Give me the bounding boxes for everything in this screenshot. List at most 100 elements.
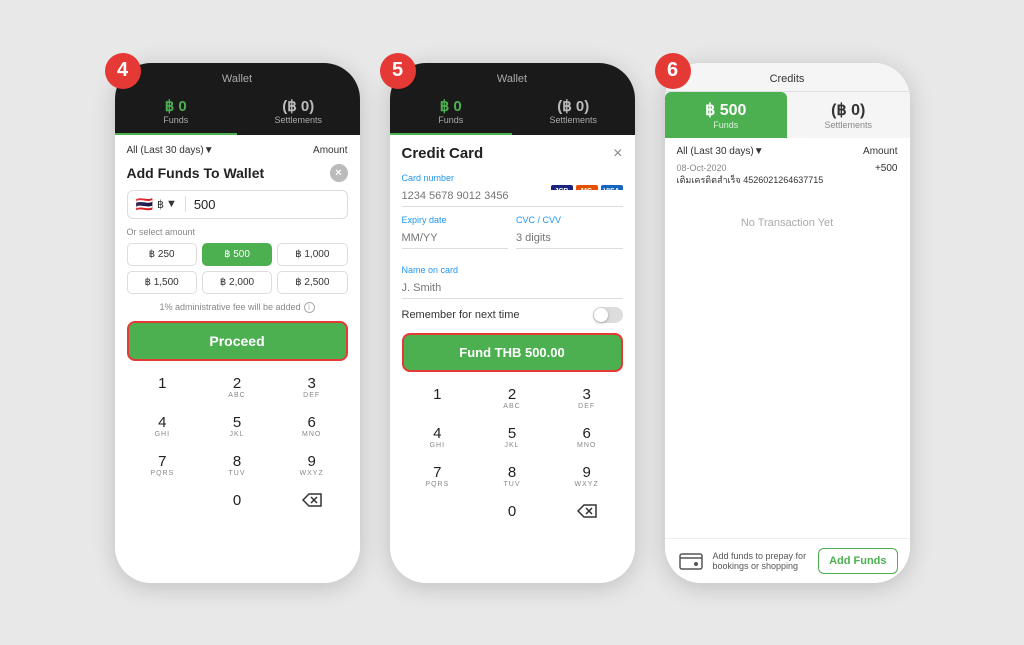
phone-4-frame: Wallet ฿ 0 Funds (฿ 0) Settlements All (… — [115, 63, 360, 583]
phone5-funds-amount: ฿ 0 — [394, 97, 509, 115]
phone5-header: Wallet — [390, 63, 635, 91]
numpad-delete-key[interactable] — [276, 486, 348, 515]
expiry-input[interactable] — [402, 232, 509, 249]
numpad5-key-5[interactable]: 5JKL — [476, 419, 548, 455]
amount-btn-1000[interactable]: ฿ 1,000 — [277, 243, 347, 266]
numpad-key-8[interactable]: 8TUV — [201, 447, 273, 483]
transaction-date: 08-Oct-2020 — [677, 163, 824, 173]
amount-btn-250[interactable]: ฿ 250 — [127, 243, 197, 266]
step-5-badge: 5 — [380, 53, 416, 89]
amount-input-value: 500 — [194, 197, 216, 212]
footer-text: Add funds to prepay for bookings or shop… — [713, 551, 811, 571]
phone4-amount-col: Amount — [313, 145, 347, 156]
input-divider — [185, 196, 186, 212]
card-number-label: Card number — [402, 173, 623, 183]
numpad5-key-0[interactable]: 0 — [476, 497, 548, 526]
cvc-label: CVC / CVV — [516, 215, 623, 225]
phone5-funds-label: Funds — [394, 115, 509, 125]
step-4-badge: 4 — [105, 53, 141, 89]
numpad-key-9[interactable]: 9WXYZ — [276, 447, 348, 483]
phone4-funds-label: Funds — [119, 115, 234, 125]
phone6-amount-col: Amount — [863, 146, 897, 157]
transaction-flex: 08-Oct-2020 เติมเครดิตสำเร็จ 45260212646… — [677, 163, 898, 187]
phone6-settlements-label: Settlements — [791, 120, 906, 130]
cc-header: Credit Card × — [402, 145, 623, 163]
phone4-header: Wallet — [115, 63, 360, 91]
phone6-settlements-amount: (฿ 0) — [791, 100, 906, 120]
amount-input-row[interactable]: 🇹🇭 ฿▼ 500 — [127, 190, 348, 219]
remember-row: Remember for next time — [402, 307, 623, 323]
phone6-tab-settlements[interactable]: (฿ 0) Settlements — [787, 92, 910, 138]
numpad-key-empty — [127, 486, 199, 515]
numpad-key-6[interactable]: 6MNO — [276, 408, 348, 444]
toggle-knob — [594, 308, 608, 322]
phone6-content: All (Last 30 days)▼ Amount 08-Oct-2020 เ… — [665, 138, 910, 538]
transaction-info: 08-Oct-2020 เติมเครดิตสำเร็จ 45260212646… — [677, 163, 824, 187]
name-input[interactable] — [402, 282, 623, 299]
phone6-funds-amount: ฿ 500 — [669, 100, 784, 120]
amount-btn-2500[interactable]: ฿ 2,500 — [277, 271, 347, 294]
numpad-key-0[interactable]: 0 — [201, 486, 273, 515]
phone6-tab-funds[interactable]: ฿ 500 Funds — [665, 92, 788, 138]
admin-fee-notice: 1% administrative fee will be added i — [127, 302, 348, 313]
no-transaction-text: No Transaction Yet — [677, 217, 898, 229]
add-funds-title-text: Add Funds To Wallet — [127, 165, 265, 181]
numpad-key-1[interactable]: 1 — [127, 369, 199, 405]
phone4-funds-amount: ฿ 0 — [119, 97, 234, 115]
card-number-field-wrap: JCB MC VISA — [402, 186, 623, 207]
phone4-settlements-label: Settlements — [241, 115, 356, 125]
phone5-tabs: ฿ 0 Funds (฿ 0) Settlements — [390, 91, 635, 135]
phone6-footer: Add funds to prepay for bookings or shop… — [665, 538, 910, 583]
cc-close-btn[interactable]: × — [613, 145, 622, 163]
phone6-filter-row: All (Last 30 days)▼ Amount — [677, 146, 898, 157]
expiry-label: Expiry date — [402, 215, 509, 225]
phone5-content: Credit Card × Card number JCB MC VISA Ex… — [390, 135, 635, 583]
remember-toggle[interactable] — [593, 307, 623, 323]
phone5-settlements-label: Settlements — [516, 115, 631, 125]
or-select-label: Or select amount — [127, 227, 348, 237]
phone4-tab-settlements[interactable]: (฿ 0) Settlements — [237, 91, 360, 135]
phone6-funds-label: Funds — [669, 120, 784, 130]
amount-btn-2000[interactable]: ฿ 2,000 — [202, 271, 272, 294]
fund-btn[interactable]: Fund THB 500.00 — [402, 333, 623, 372]
numpad5-key-4[interactable]: 4GHI — [402, 419, 474, 455]
add-funds-close-btn[interactable]: × — [330, 164, 348, 182]
numpad5-key-2[interactable]: 2ABC — [476, 380, 548, 416]
amount-btn-500[interactable]: ฿ 500 — [202, 243, 272, 266]
phone4-filter-label[interactable]: All (Last 30 days)▼ — [127, 145, 214, 156]
numpad-key-3[interactable]: 3DEF — [276, 369, 348, 405]
cvc-field: CVC / CVV — [516, 215, 623, 257]
numpad5-key-3[interactable]: 3DEF — [551, 380, 623, 416]
numpad5-key-8[interactable]: 8TUV — [476, 458, 548, 494]
info-icon[interactable]: i — [304, 302, 315, 313]
numpad5-key-7[interactable]: 7PQRS — [402, 458, 474, 494]
phone4-filter-row: All (Last 30 days)▼ Amount — [127, 145, 348, 156]
numpad-key-2[interactable]: 2ABC — [201, 369, 273, 405]
numpad-key-7[interactable]: 7PQRS — [127, 447, 199, 483]
phone-5-frame: Wallet ฿ 0 Funds (฿ 0) Settlements Credi… — [390, 63, 635, 583]
main-container: 4 Wallet ฿ 0 Funds (฿ 0) Settlements All… — [95, 43, 930, 603]
proceed-button[interactable]: Proceed — [127, 321, 348, 361]
expiry-field: Expiry date — [402, 215, 509, 257]
numpad5-delete-key[interactable] — [551, 497, 623, 526]
numpad5-key-6[interactable]: 6MNO — [551, 419, 623, 455]
phone5-tab-settlements[interactable]: (฿ 0) Settlements — [512, 91, 635, 135]
numpad-key-4[interactable]: 4GHI — [127, 408, 199, 444]
numpad5-key-9[interactable]: 9WXYZ — [551, 458, 623, 494]
thai-flag-icon: 🇹🇭 — [136, 196, 153, 213]
add-funds-button[interactable]: Add Funds — [818, 548, 897, 574]
phone4-content: All (Last 30 days)▼ Amount Add Funds To … — [115, 135, 360, 583]
amount-btn-1500[interactable]: ฿ 1,500 — [127, 271, 197, 294]
phone5-tab-funds[interactable]: ฿ 0 Funds — [390, 91, 513, 135]
numpad5-key-1[interactable]: 1 — [402, 380, 474, 416]
cvc-input[interactable] — [516, 232, 623, 249]
cc-title: Credit Card — [402, 145, 484, 162]
step-6-wrapper: 6 Credits ฿ 500 Funds (฿ 0) Settlements … — [665, 63, 910, 583]
name-label: Name on card — [402, 265, 623, 275]
phone6-filter-label[interactable]: All (Last 30 days)▼ — [677, 146, 764, 157]
phone4-tab-funds[interactable]: ฿ 0 Funds — [115, 91, 238, 135]
phone4-settlements-amount: (฿ 0) — [241, 97, 356, 115]
card-number-input[interactable] — [402, 190, 623, 207]
currency-selector[interactable]: ฿▼ — [157, 198, 177, 211]
numpad-key-5[interactable]: 5JKL — [201, 408, 273, 444]
